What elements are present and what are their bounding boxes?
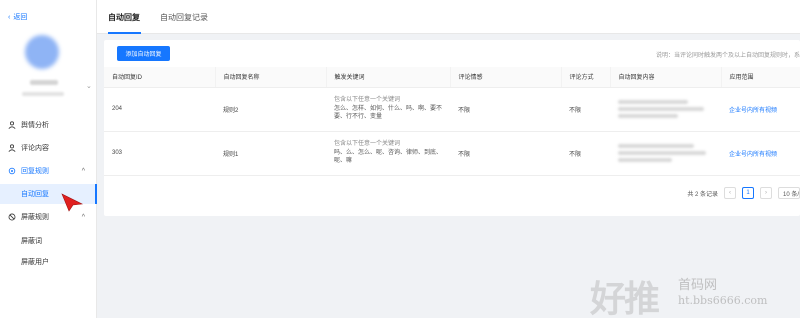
column-header: 自动回复ID <box>104 67 215 88</box>
keyword-hint: 包含以下任意一个关键词 <box>334 97 401 104</box>
user-icon <box>8 144 16 152</box>
sidebar-item-sentiment-analysis[interactable]: 舆情分析 <box>0 115 97 135</box>
chevron-down-icon[interactable]: ⌄ <box>86 82 92 90</box>
active-tab-indicator <box>108 32 141 34</box>
scope-link[interactable]: 企业号内所有视频 <box>721 131 800 176</box>
sidebar: ‹ 返回 ⌄ 舆情分析 评论内容 回复规则 ^ 自动回复 屏蔽规则 ^ 屏蔽词 … <box>0 0 97 318</box>
reply-content-blurred <box>610 87 721 132</box>
rules-table: 自动回复ID 自动回复名称 触发关键词 评论情感 评论方式 自动回复内容 应用范… <box>104 67 800 176</box>
watermark-site-name: 首码网 <box>678 278 718 293</box>
gear-icon <box>8 167 16 175</box>
comment-method: 不限 <box>561 87 610 132</box>
table-row: 204 规则2 包含以下任意一个关键词 怎么、怎样、如何、什么、吗、啊、要不要、… <box>104 87 800 132</box>
sidebar-item-label: 屏蔽规则 <box>21 214 49 221</box>
page-1-button[interactable]: 1 <box>742 187 754 199</box>
comment-sentiment: 不限 <box>450 131 561 176</box>
sidebar-item-label: 回复规则 <box>21 168 49 175</box>
tab-auto-reply[interactable]: 自动回复 <box>108 12 140 23</box>
column-header: 评论方式 <box>560 67 610 88</box>
user-icon <box>8 121 16 129</box>
rules-card: 添加自动回复 说明：当评论同时触发两个及以上自动回复规则时，系 自动回复ID 自… <box>104 40 800 216</box>
comment-method: 不限 <box>561 131 610 176</box>
rule-name: 规则1 <box>215 131 326 176</box>
rules-note: 说明：当评论同时触发两个及以上自动回复规则时，系 <box>655 53 800 59</box>
account-name-blurred <box>30 80 58 85</box>
sidebar-item-label: 评论内容 <box>21 145 49 152</box>
scope-link[interactable]: 企业号内所有视频 <box>721 87 800 132</box>
sidebar-item-comments[interactable]: 评论内容 <box>0 138 97 158</box>
pointer-cursor-icon <box>61 193 84 212</box>
comment-sentiment: 不限 <box>450 87 561 132</box>
keyword-list: 吗、么、怎么、呢、咨询、律师、到底、呢、嘛 <box>334 149 443 165</box>
prev-page-button[interactable]: ‹ <box>724 187 736 199</box>
sidebar-item-blocked-users[interactable]: 屏蔽用户 <box>0 252 97 272</box>
table-row: 303 规则1 包含以下任意一个关键词 吗、么、怎么、呢、咨询、律师、到底、呢、… <box>104 131 800 176</box>
column-header: 应用范围 <box>720 67 800 88</box>
block-icon <box>8 213 16 221</box>
rule-id: 204 <box>104 87 215 132</box>
tab-auto-reply-records[interactable]: 自动回复记录 <box>160 12 208 23</box>
keyword-hint: 包含以下任意一个关键词 <box>334 141 401 148</box>
trigger-keywords: 包含以下任意一个关键词 怎么、怎样、如何、什么、吗、啊、要不要、行不行、变量 <box>326 87 450 132</box>
chevron-up-icon: ^ <box>81 167 85 175</box>
page-size-select[interactable]: 10 条/页 <box>778 187 800 199</box>
chevron-left-icon: ‹ <box>8 13 11 21</box>
chevron-up-icon: ^ <box>81 213 85 221</box>
keyword-list: 怎么、怎样、如何、什么、吗、啊、要不要、行不行、变量 <box>334 105 443 121</box>
sidebar-item-blocked-words[interactable]: 屏蔽词 <box>0 231 97 251</box>
sidebar-item-label: 屏蔽用户 <box>21 259 49 266</box>
watermark-logo: 好推 <box>590 279 660 318</box>
rule-name: 规则2 <box>215 87 326 132</box>
reply-content-blurred <box>610 131 721 176</box>
sidebar-item-label: 自动回复 <box>21 191 49 198</box>
pagination: 共 2 条记录 ‹ 1 › 10 条/页 <box>687 187 800 199</box>
watermark: 好推 首码网 ht.bbs6666.com <box>590 270 800 318</box>
add-auto-reply-button[interactable]: 添加自动回复 <box>117 46 170 61</box>
rule-id: 303 <box>104 131 215 176</box>
total-count: 共 2 条记录 <box>687 191 718 198</box>
column-header: 自动回复名称 <box>214 67 326 88</box>
watermark-url: ht.bbs6666.com <box>678 294 768 307</box>
sidebar-item-label: 舆情分析 <box>21 122 49 129</box>
next-page-button[interactable]: › <box>760 187 772 199</box>
trigger-keywords: 包含以下任意一个关键词 吗、么、怎么、呢、咨询、律师、到底、呢、嘛 <box>326 131 450 176</box>
column-header: 触发关键词 <box>325 67 450 88</box>
sidebar-item-label: 屏蔽词 <box>21 238 42 245</box>
back-label: 返回 <box>13 14 28 21</box>
avatar <box>25 35 59 69</box>
table-header-row: 自动回复ID 自动回复名称 触发关键词 评论情感 评论方式 自动回复内容 应用范… <box>104 67 800 88</box>
column-header: 自动回复内容 <box>609 67 721 88</box>
back-link[interactable]: ‹ 返回 <box>8 12 27 22</box>
tab-bar: 自动回复 自动回复记录 <box>97 0 800 34</box>
account-subtitle-blurred <box>22 92 64 96</box>
column-header: 评论情感 <box>449 67 561 88</box>
sidebar-item-reply-rules[interactable]: 回复规则 ^ <box>0 161 97 181</box>
